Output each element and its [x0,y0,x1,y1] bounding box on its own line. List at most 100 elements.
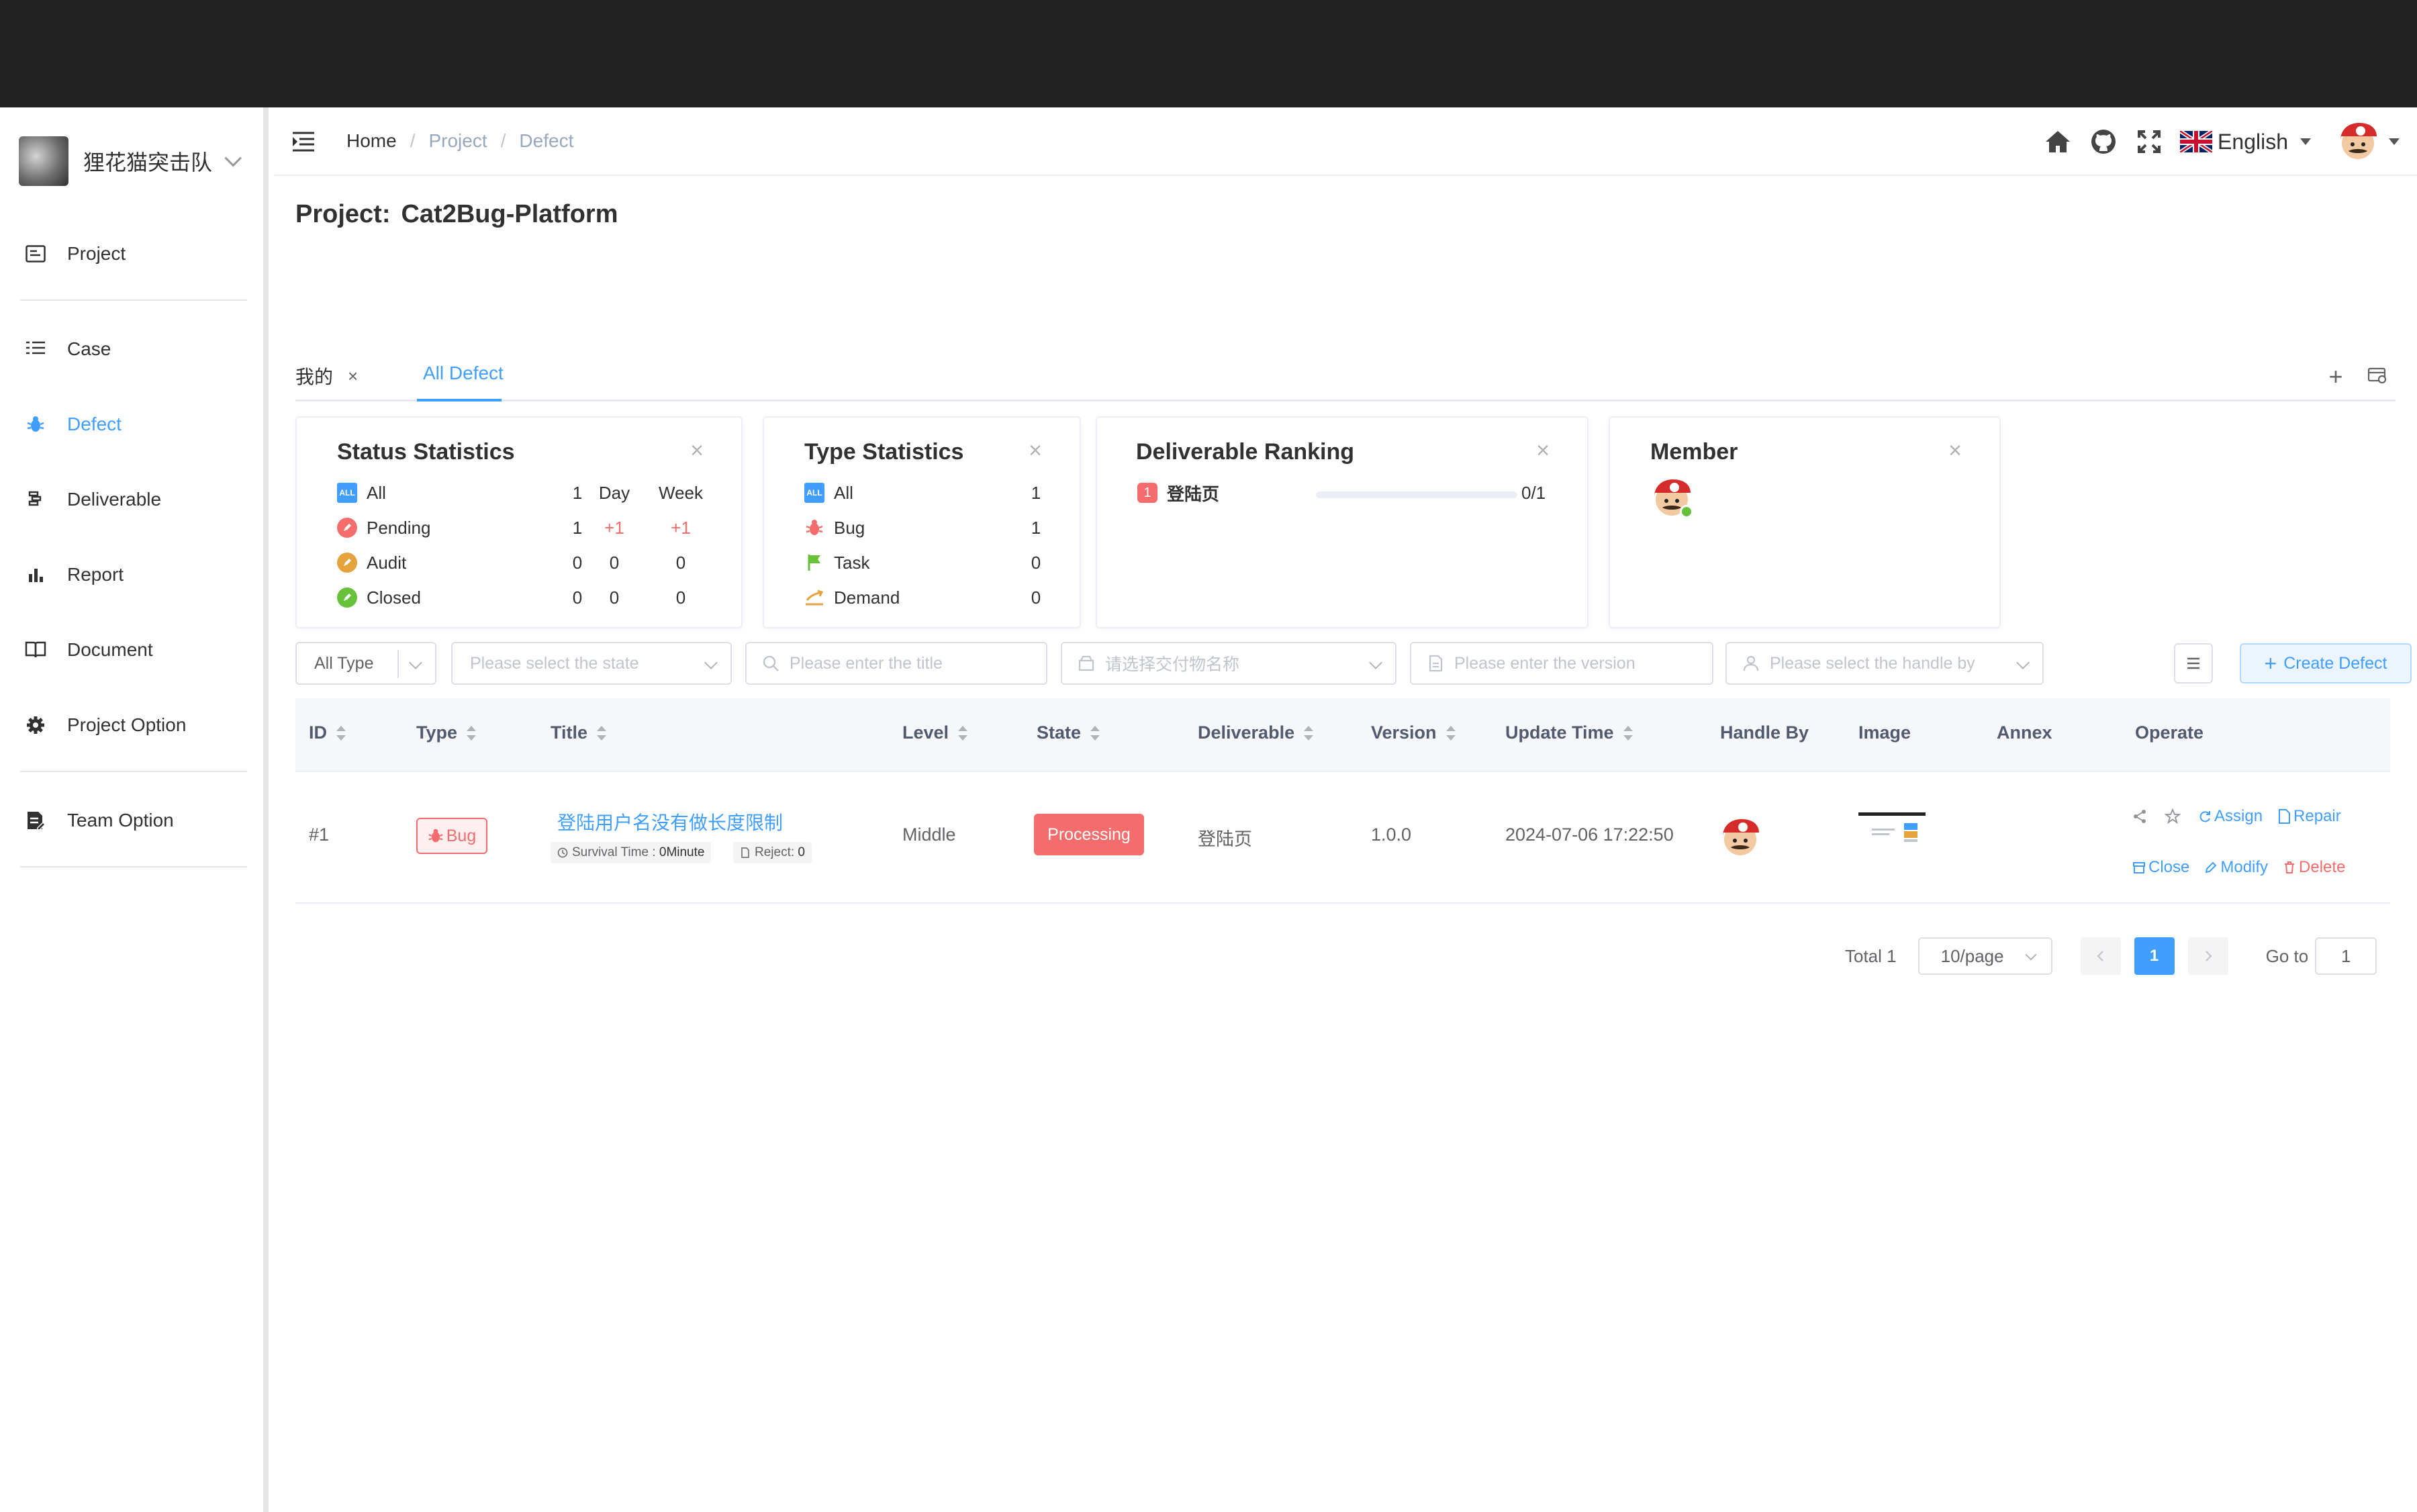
add-tab-icon[interactable]: + [2324,365,2347,389]
filter-bar: All Type Please select the state Please … [295,642,2412,685]
chevron-down-icon [409,656,422,669]
status-row-audit[interactable]: Audit [337,549,406,576]
chevron-left-icon [2097,951,2103,961]
status-row-closed[interactable]: Closed [337,584,421,611]
bar-chart-icon [24,563,47,586]
sidebar-item-project[interactable]: Project [24,234,126,274]
sidebar: 狸花猫突击队 Project Case Defect Deliverable R… [0,107,269,1512]
sidebar-item-team-option[interactable]: Team Option [24,800,174,841]
sort-icon[interactable] [958,725,968,741]
list-icon [2187,657,2199,669]
case-list-icon [24,338,47,361]
reject-count-tag: Reject: 0 [733,842,812,863]
next-page-button[interactable] [2187,937,2228,975]
sort-icon[interactable] [336,725,346,741]
defect-image-thumbnail[interactable] [1858,812,1926,851]
repair-button[interactable]: Repair [2277,807,2341,826]
deliverable-select[interactable]: 请选择交付物名称 [1061,642,1396,685]
version-input[interactable]: Please enter the version [1410,642,1713,685]
star-icon[interactable] [2165,808,2183,824]
column-header-update-time[interactable]: Update Time [1505,722,1633,743]
status-row-pending[interactable]: Pending [337,514,430,541]
survival-time-tag: Survival Time : 0Minute [551,842,712,863]
goto-page-input[interactable]: 1 [2315,937,2377,975]
column-header-deliverable[interactable]: Deliverable [1198,722,1314,743]
edit-icon [2206,861,2217,873]
type-row-bug[interactable]: Bug [804,514,865,541]
column-header-title[interactable]: Title [551,722,607,743]
sort-icon[interactable] [1446,725,1456,741]
fullscreen-icon[interactable] [2134,127,2164,156]
type-tag-bug: Bug [416,818,487,854]
sidebar-item-case[interactable]: Case [24,329,111,369]
breadcrumb-project[interactable]: Project [428,130,487,152]
defect-deliverable: 登陆页 [1198,829,1252,849]
sort-icon[interactable] [1623,725,1633,741]
share-icon[interactable] [2132,809,2150,824]
column-header-version[interactable]: Version [1371,722,1456,743]
github-icon[interactable] [2089,127,2118,156]
column-header-level[interactable]: Level [902,722,968,743]
column-header-state[interactable]: State [1037,722,1100,743]
gear-icon [24,714,47,737]
home-icon[interactable] [2043,127,2073,156]
sort-icon[interactable] [1304,725,1314,741]
modify-button[interactable]: Modify [2204,858,2268,877]
close-defect-button[interactable]: Close [2132,858,2189,877]
prev-page-button[interactable] [2080,937,2121,975]
title-search-input[interactable]: Please enter the title [745,642,1047,685]
state-processing-button[interactable]: Processing [1034,814,1144,855]
sort-icon[interactable] [597,725,607,741]
close-icon[interactable]: × [348,366,358,387]
tab-settings-icon[interactable] [2366,367,2389,389]
team-switcher[interactable]: 狸花猫突击队 [19,134,242,188]
sidebar-item-document[interactable]: Document [24,630,153,670]
tab-mine[interactable]: 我的 × [295,363,358,389]
type-count: 0 [1031,553,1041,573]
close-icon[interactable]: × [1029,438,1042,464]
sidebar-item-label: Case [67,338,111,359]
sidebar-item-project-option[interactable]: Project Option [24,705,186,745]
type-row-demand[interactable]: Demand [804,584,900,611]
breadcrumb-home[interactable]: Home [346,130,397,152]
close-icon[interactable]: × [690,438,704,464]
type-row-all[interactable]: ALL All [804,479,853,506]
type-row-task[interactable]: Task [804,549,869,576]
table-row[interactable]: #1 Bug 登陆用户名没有做长度限制 Survival Time : 0Min… [295,773,2390,904]
handler-select[interactable]: Please select the handle by [1725,642,2044,685]
pagination-total: Total 1 [1845,945,1897,966]
sidebar-item-deliverable[interactable]: Deliverable [24,479,161,520]
close-icon[interactable]: × [1536,438,1550,464]
create-defect-button[interactable]: + Create Defect [2240,643,2412,683]
column-settings-button[interactable] [2174,643,2213,683]
handler-avatar[interactable] [1719,816,1762,859]
page-number-button[interactable]: 1 [2134,937,2175,975]
type-select[interactable]: All Type [295,642,436,685]
close-icon[interactable]: × [1948,438,1962,464]
ranking-row[interactable]: 1 登陆页 [1137,479,1219,506]
column-header-type[interactable]: Type [416,722,477,743]
defect-title-link[interactable]: 登陆用户名没有做长度限制 [557,808,783,835]
column-header-id[interactable]: ID [309,722,346,743]
caret-down-icon[interactable] [2389,138,2400,145]
sidebar-item-defect[interactable]: Defect [24,404,122,444]
flag-icon [804,553,824,573]
user-avatar[interactable] [2336,120,2379,163]
language-label: English [2218,129,2288,154]
menu-toggle-icon[interactable] [291,130,316,153]
sidebar-item-report[interactable]: Report [24,555,124,595]
column-header-image: Image [1858,722,1911,743]
delete-button[interactable]: Delete [2283,858,2345,877]
page-size-select[interactable]: 10/page [1917,937,2052,975]
member-avatar[interactable] [1650,477,1693,520]
sort-icon[interactable] [467,725,477,741]
type-statistics-card: Type Statistics × ALL All 1 Bug 1 Task 0… [763,416,1081,628]
language-switcher[interactable]: English [2180,130,2311,154]
status-row-all[interactable]: ALL All [337,479,386,506]
ranking-progress-bar [1316,491,1517,498]
type-count: 1 [1031,518,1041,538]
tab-all-defect[interactable]: All Defect [423,363,504,384]
state-select[interactable]: Please select the state [451,642,732,685]
sort-icon[interactable] [1090,725,1100,741]
assign-button[interactable]: Assign [2198,807,2263,826]
